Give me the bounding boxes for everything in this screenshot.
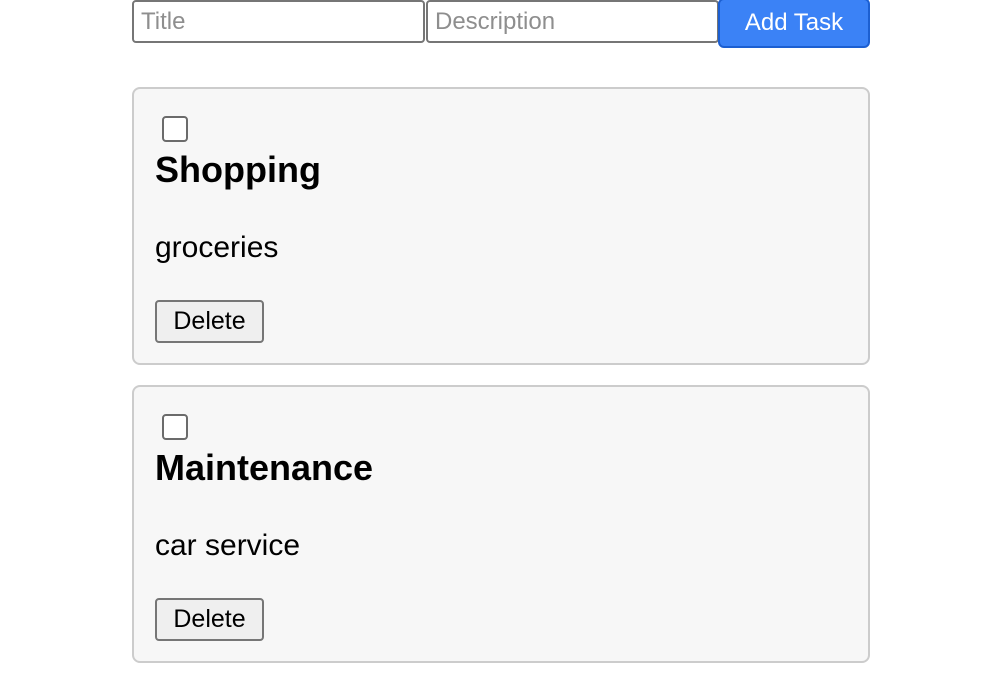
task-title: Maintenance [155, 447, 374, 488]
task-card: Maintenance car service Delete [132, 385, 870, 663]
add-task-form: Add Task [132, 0, 870, 48]
delete-task-button[interactable]: Delete [155, 300, 264, 343]
task-description: groceries [155, 231, 279, 264]
task-title: Shopping [155, 149, 321, 190]
add-task-button[interactable]: Add Task [718, 0, 870, 48]
task-list: Shopping groceries Delete Maintenance ca… [132, 87, 870, 683]
task-complete-checkbox[interactable] [162, 116, 188, 142]
title-input[interactable] [132, 0, 425, 43]
task-description: car service [155, 529, 301, 562]
delete-task-button[interactable]: Delete [155, 598, 264, 641]
task-complete-checkbox[interactable] [162, 414, 188, 440]
task-card: Shopping groceries Delete [132, 87, 870, 365]
description-input[interactable] [426, 0, 719, 43]
